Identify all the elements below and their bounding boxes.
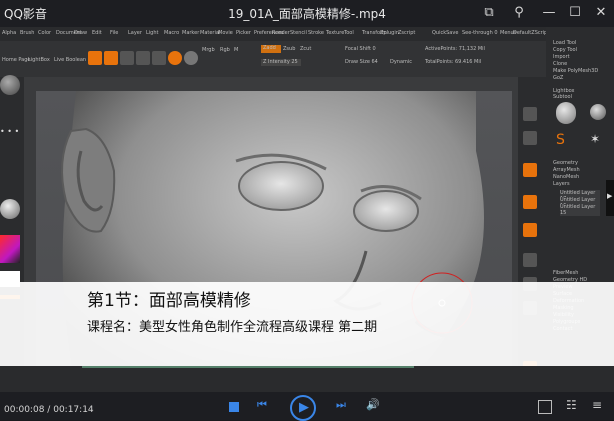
edit-mode-button[interactable] bbox=[88, 51, 102, 65]
time-total: 00:17:14 bbox=[53, 405, 94, 415]
z-intensity-slider[interactable]: Z Intensity 25 bbox=[261, 59, 301, 66]
tray-item-copy-tool[interactable]: Copy Tool bbox=[553, 47, 577, 53]
time-separator: / bbox=[47, 405, 51, 415]
zbrush-logo-icon: S bbox=[556, 132, 565, 148]
material-sphere-icon[interactable] bbox=[168, 51, 182, 65]
star-tool-icon[interactable]: ✶ bbox=[590, 132, 600, 146]
menu-item-draw[interactable]: Draw bbox=[74, 30, 87, 36]
scale-mode-button[interactable] bbox=[136, 51, 150, 65]
menu-item-macro[interactable]: Macro bbox=[164, 30, 179, 36]
zadd-button[interactable]: Zadd bbox=[261, 45, 281, 53]
maximize-icon[interactable]: ☐ bbox=[566, 4, 584, 22]
default-zscript-button[interactable]: DefaultZScript bbox=[513, 30, 549, 36]
material-thumbnail-icon[interactable] bbox=[0, 199, 20, 219]
rotate-view-button[interactable] bbox=[523, 223, 537, 237]
menu-item-marker[interactable]: Marker bbox=[182, 30, 199, 36]
zbrush-menu-items: Alpha Brush Color Document Draw Edit File Layer… bbox=[2, 27, 422, 41]
subtitle-underline bbox=[82, 366, 414, 368]
color-sphere-icon[interactable] bbox=[184, 51, 198, 65]
menu-item-alpha[interactable]: Alpha bbox=[2, 30, 16, 36]
menu-item-tool[interactable]: Tool bbox=[344, 30, 354, 36]
menu-item-render[interactable]: Render bbox=[272, 30, 290, 36]
brush-thumbnail-icon[interactable] bbox=[0, 75, 20, 95]
layer-item[interactable]: Untitled Layer 15 bbox=[560, 204, 600, 216]
play-button[interactable]: ▶ bbox=[290, 395, 316, 421]
zsub-button[interactable]: Zsub bbox=[283, 46, 295, 52]
screenshot-pin-icon[interactable]: ⧉ bbox=[480, 4, 498, 22]
tray-item-fibermesh[interactable]: FiberMesh bbox=[553, 270, 578, 276]
menu-item-stroke[interactable]: Stroke bbox=[308, 30, 324, 36]
bpr-button[interactable] bbox=[523, 107, 537, 121]
zoom-button[interactable] bbox=[523, 163, 537, 177]
mrgb-button[interactable]: Mrgb bbox=[202, 47, 215, 53]
tray-item-import[interactable]: Import bbox=[553, 54, 570, 60]
m-button[interactable]: M bbox=[234, 47, 238, 53]
next-icon[interactable]: ⏭ bbox=[336, 398, 346, 412]
tray-item-arraymesh[interactable]: ArrayMesh bbox=[553, 167, 580, 173]
head-tool-thumbnail-icon[interactable] bbox=[556, 102, 576, 124]
active-points-readout: ActivePoints: 71,132 Mil bbox=[425, 46, 485, 52]
menu-item-color[interactable]: Color bbox=[38, 30, 51, 36]
tray-item-layers[interactable]: Layers bbox=[553, 181, 570, 187]
volume-icon[interactable]: 🔊 bbox=[366, 398, 380, 411]
screenshot-icon[interactable] bbox=[538, 400, 552, 414]
menu-item-brush[interactable]: Brush bbox=[20, 30, 34, 36]
move-view-button[interactable] bbox=[523, 195, 537, 209]
minimize-icon[interactable]: — bbox=[540, 4, 558, 22]
draw-size-slider[interactable]: Draw Size 64 bbox=[345, 59, 378, 65]
tray-collapse-handle[interactable]: ▶ bbox=[606, 180, 614, 216]
settings-icon[interactable]: ☷ bbox=[566, 398, 577, 412]
zbrush-bottom-strip bbox=[0, 366, 614, 392]
course-name: 课程名：美型女性角色制作全流程高级课程 第二期 bbox=[87, 320, 378, 335]
live-boolean-button[interactable]: Live Boolean bbox=[54, 57, 86, 63]
tray-item-load-tool[interactable]: Load Tool bbox=[553, 40, 576, 46]
zcut-button[interactable]: Zcut bbox=[300, 46, 311, 52]
z-intensity-label: Z Intensity 25 bbox=[263, 59, 298, 65]
menu-item-stencil[interactable]: Stencil bbox=[290, 30, 307, 36]
spix-button[interactable] bbox=[523, 131, 537, 145]
menu-item-zplugin[interactable]: Zplugin bbox=[380, 30, 399, 36]
transp-button[interactable] bbox=[523, 253, 537, 267]
rotate-mode-button[interactable] bbox=[152, 51, 166, 65]
tray-item-clone[interactable]: Clone bbox=[553, 61, 567, 67]
zadd-label: Zadd bbox=[263, 45, 276, 51]
menu-item-texture[interactable]: Texture bbox=[326, 30, 344, 36]
playlist-icon[interactable]: ≡ bbox=[592, 398, 602, 412]
tray-item-goz[interactable]: GoZ bbox=[553, 75, 563, 81]
tray-item-nanomesh[interactable]: NanoMesh bbox=[553, 174, 579, 180]
menu-item-zscript[interactable]: Zscript bbox=[398, 30, 415, 36]
time-readout: 00:00:08 / 00:17:14 bbox=[4, 405, 94, 415]
prev-icon[interactable]: ⏮ bbox=[257, 398, 267, 412]
focal-shift-slider[interactable]: Focal Shift 0 bbox=[345, 46, 376, 52]
menu-item-layer[interactable]: Layer bbox=[128, 30, 142, 36]
stop-icon[interactable] bbox=[229, 402, 239, 412]
menu-item-file[interactable]: File bbox=[110, 30, 118, 36]
tray-item-subtool[interactable]: Subtool bbox=[553, 94, 572, 100]
see-through-slider[interactable]: See-through 0 bbox=[462, 30, 498, 36]
tray-item-make-polymesh3d[interactable]: Make PolyMesh3D bbox=[553, 68, 598, 74]
lesson-title: 第1节：面部高模精修 bbox=[87, 291, 251, 311]
move-mode-button[interactable] bbox=[120, 51, 134, 65]
quicksave-button[interactable]: QuickSave bbox=[432, 30, 458, 36]
sphere-tool-thumbnail-icon[interactable] bbox=[590, 104, 606, 120]
color-picker-icon[interactable] bbox=[0, 235, 20, 263]
close-icon[interactable]: ✕ bbox=[592, 4, 610, 22]
menu-item-edit[interactable]: Edit bbox=[92, 30, 102, 36]
dynamic-button[interactable]: Dynamic bbox=[390, 59, 412, 65]
rgb-button[interactable]: Rgb bbox=[220, 47, 230, 53]
menu-item-movie[interactable]: Movie bbox=[218, 30, 233, 36]
draw-mode-button[interactable] bbox=[104, 51, 118, 65]
tray-item-geometry[interactable]: Geometry bbox=[553, 160, 578, 166]
pin-icon[interactable]: ⚲ bbox=[510, 4, 528, 22]
play-icon: ▶ bbox=[299, 400, 309, 415]
stroke-dots-icon[interactable]: • • • bbox=[0, 119, 20, 136]
time-current: 00:00:08 bbox=[4, 405, 45, 415]
menu-item-picker[interactable]: Picker bbox=[236, 30, 251, 36]
menu-item-light[interactable]: Light bbox=[146, 30, 158, 36]
home-page-button[interactable]: Home Page bbox=[2, 57, 30, 63]
total-points-readout: TotalPoints: 69.416 Mil bbox=[425, 59, 482, 65]
lightbox-button[interactable]: LightBox bbox=[28, 57, 50, 63]
